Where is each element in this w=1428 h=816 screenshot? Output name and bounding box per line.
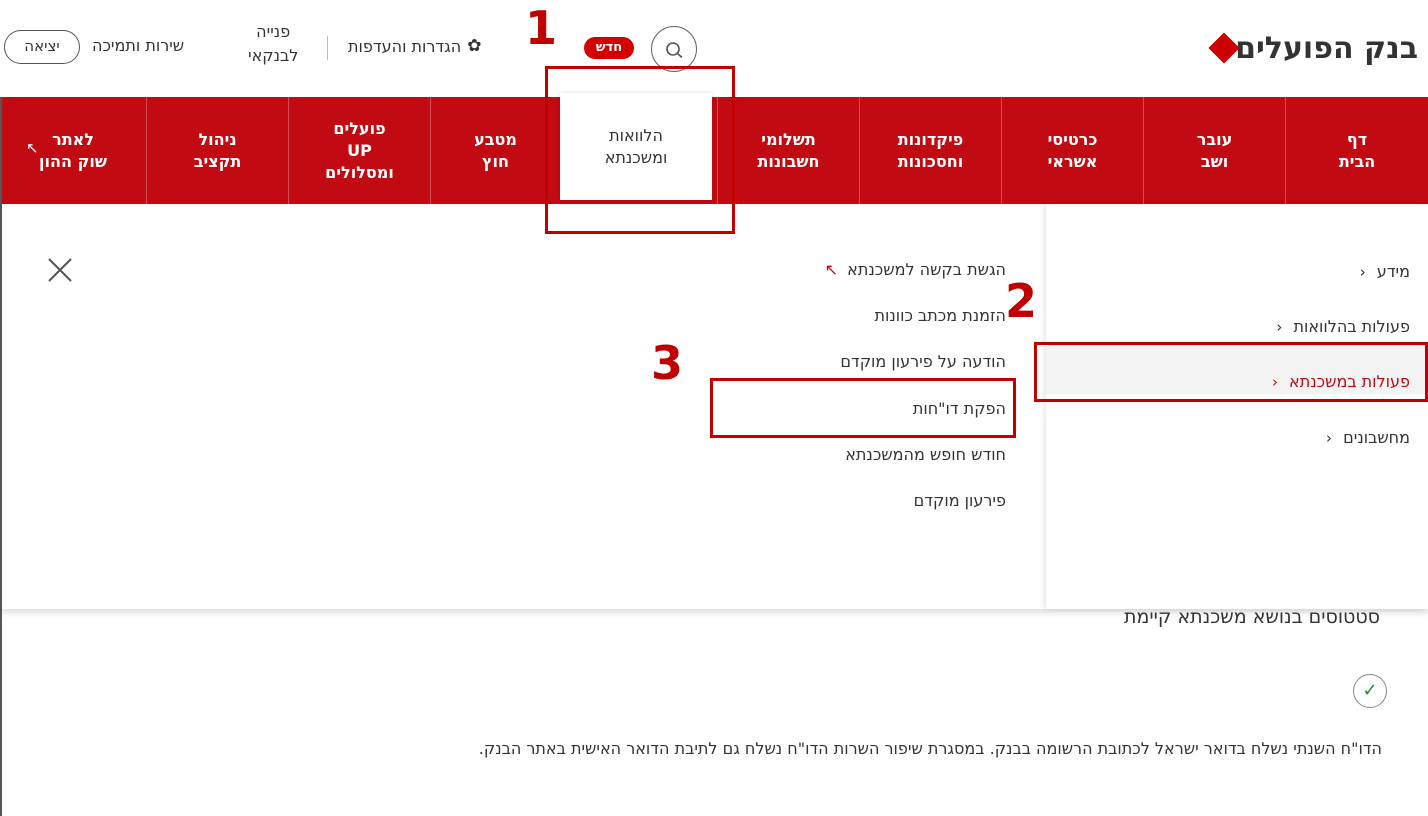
close-icon[interactable] [47,257,73,283]
new-badge[interactable]: חדש [584,37,634,59]
nav-label: תשלומי [761,129,816,149]
section-title: סטטוסים בנושא משכנתא קיימת [1124,606,1380,628]
contact-banker-link[interactable]: פנייה לבנקאי [248,20,298,68]
nav-label: ניהול [198,129,237,149]
menu-link-early-repayment[interactable]: פירעון מוקדם [914,491,1006,510]
annotation-box-1 [545,66,735,234]
sidebar-item-label: מחשבונים [1343,428,1410,447]
nav-label: UP [347,140,372,160]
info-paragraph: הדו"ח השנתי נשלח בדואר ישראל לכתובת הרשו… [478,739,1382,758]
menu-link-early-repayment-notice[interactable]: הודעה על פירעון מוקדם [840,352,1006,371]
nav-label: לאתר [52,129,94,149]
menu-sidebar: מידע ‹ פעולות בהלוואות ‹ פעולות במשכנתא … [1046,204,1428,609]
search-icon [666,42,683,59]
chevron-left-icon: ‹ [1326,429,1333,447]
annotation-number-2: 2 [1005,274,1038,328]
sidebar-item-label: מידע [1376,262,1410,281]
bank-logo[interactable]: בנק הפועלים [1197,24,1418,72]
nav-label: ומסלולים [325,162,394,182]
nav-item-foreign-currency[interactable]: מטבע חוץ [430,97,560,204]
header-divider [327,36,328,60]
external-link-icon: ↖ [26,139,39,157]
menu-link-label: הגשת בקשה למשכנתא [847,260,1006,279]
nav-label: כרטיסי [1047,129,1098,149]
sidebar-item-loan-actions[interactable]: פעולות בהלוואות ‹ [1276,317,1410,336]
nav-item-deposits[interactable]: פיקדונות וחסכונות [859,97,1001,204]
contact-line1: פנייה [256,22,291,41]
nav-label: תקציב [193,151,242,171]
contact-line2: לבנקאי [248,46,299,65]
nav-item-bill-payments[interactable]: תשלומי חשבונות [717,97,859,204]
nav-label: פועלים [333,118,386,138]
nav-item-home[interactable]: דף הבית [1285,97,1428,204]
annotation-number-3: 3 [651,336,684,390]
nav-label: חוץ [481,151,510,171]
nav-item-credit-cards[interactable]: כרטיסי אשראי [1001,97,1143,204]
nav-label: מטבע [474,129,517,149]
nav-item-poalim-up[interactable]: פועלים UP ומסלולים [288,97,430,204]
nav-label: דף [1346,129,1368,149]
nav-label: עובר [1196,129,1233,149]
check-icon: ✓ [1353,674,1387,708]
sidebar-item-info[interactable]: מידע ‹ [1360,262,1410,281]
annotation-number-1: 1 [525,1,558,55]
menu-link-mortgage-request[interactable]: הגשת בקשה למשכנתא ↖ [825,260,1006,279]
brand-name: בנק הפועלים [1235,30,1418,66]
sidebar-item-label: פעולות בהלוואות [1293,317,1410,336]
nav-item-capital-market[interactable]: ↖ לאתר שוק ההון [0,97,146,204]
chevron-left-icon: ‹ [1359,263,1366,281]
nav-item-checking[interactable]: עובר ושב [1143,97,1285,204]
nav-label: חשבונות [757,151,820,171]
support-link[interactable]: שירות ותמיכה [92,36,184,55]
nav-label: הבית [1338,151,1376,171]
annotation-box-2 [1034,342,1428,402]
sidebar-item-calculators[interactable]: מחשבונים ‹ [1326,428,1410,447]
logout-button[interactable]: יציאה [4,30,80,64]
nav-label: וחסכונות [897,151,964,171]
settings-link[interactable]: ✿ הגדרות והעדפות [348,36,481,56]
chevron-left-icon: ‹ [1276,318,1283,336]
nav-item-budget[interactable]: ניהול תקציב [146,97,288,204]
nav-label: ושב [1200,151,1229,171]
window-edge [0,97,2,816]
external-link-icon: ↖ [824,260,839,279]
nav-label: אשראי [1047,151,1098,171]
annotation-box-3 [710,378,1016,438]
nav-label: שוק ההון [39,151,107,171]
nav-label: פיקדונות [897,129,964,149]
settings-label: הגדרות והעדפות [348,36,462,56]
gear-icon: ✿ [467,36,482,56]
menu-link-payment-holiday[interactable]: חודש חופש מהמשכנתא [845,445,1006,464]
menu-link-intent-letter[interactable]: הזמנת מכתב כוונות [874,306,1006,325]
